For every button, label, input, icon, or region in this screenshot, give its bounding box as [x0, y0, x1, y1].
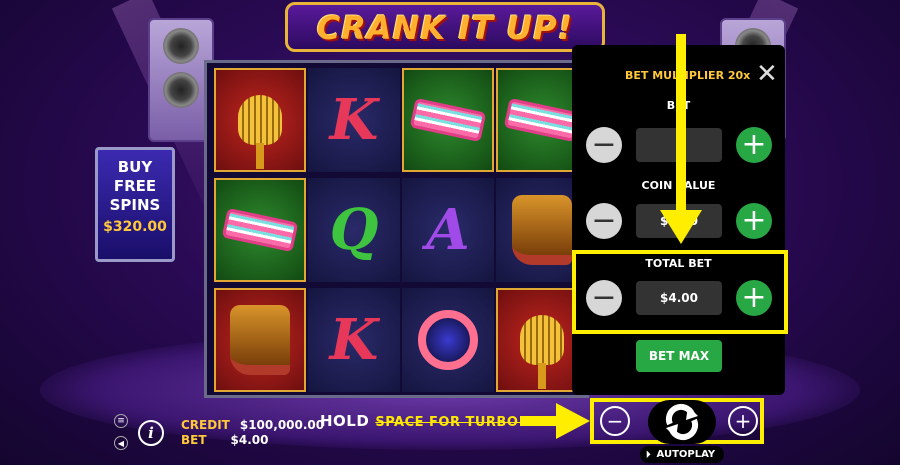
spin-button[interactable]: [648, 400, 716, 444]
decrease-bet-button[interactable]: −: [600, 406, 630, 436]
reel-symbol-glasses: [214, 178, 306, 282]
bet-decrease-button[interactable]: −: [586, 127, 622, 163]
credit-value: $100,000.00: [239, 418, 325, 432]
speaker-icon[interactable]: ◀: [114, 436, 128, 450]
coin-value-decrease-button[interactable]: −: [586, 203, 622, 239]
arrow-right-annotation: [520, 416, 560, 426]
reel-symbol-microphone: [214, 68, 306, 172]
total-bet-highlight: [572, 250, 788, 334]
reel-symbol-boots: [214, 288, 306, 392]
symbol-letter: K: [329, 87, 379, 153]
buy-free-spins-price: $320.00: [103, 219, 167, 235]
credit-row: CREDIT $100,000.00: [181, 418, 324, 432]
bet-value: $4.00: [230, 433, 269, 447]
reel-symbol-k: K: [308, 68, 400, 172]
symbol-letter: A: [426, 197, 470, 263]
close-icon[interactable]: ✕: [756, 61, 778, 87]
reel-symbol-headphones: [402, 288, 494, 392]
coin-value-increase-button[interactable]: +: [736, 203, 772, 239]
bet-row: BET $4.00: [181, 433, 269, 447]
game-logo: CRANK IT UP!: [285, 2, 605, 52]
symbol-letter: K: [329, 307, 379, 373]
bet-label: BET: [181, 433, 207, 447]
credit-label: CREDIT: [181, 418, 230, 432]
arrow-right-annotation-head: [556, 403, 590, 439]
arrow-down-annotation-head: [660, 210, 702, 244]
spin-arrows-icon: [665, 403, 699, 441]
buy-free-spins-label: BUY FREE SPINS: [109, 158, 161, 214]
reel-symbol-k: K: [308, 288, 400, 392]
reel-symbol-a: A: [402, 178, 494, 282]
bet-increase-button[interactable]: +: [736, 127, 772, 163]
bet-max-button[interactable]: BET MAX: [636, 340, 722, 372]
autoplay-label: AUTOPLAY: [656, 449, 716, 460]
buy-free-spins-button[interactable]: BUY FREE SPINS $320.00: [95, 147, 175, 262]
increase-bet-button[interactable]: +: [728, 406, 758, 436]
bottom-bar: HOLD SPACE FOR TURBO SPIN CREDIT $100,000.…: [0, 398, 900, 465]
symbol-letter: Q: [329, 197, 379, 263]
game-title: CRANK IT UP!: [316, 9, 574, 47]
info-icon[interactable]: i: [138, 420, 164, 446]
reel-symbol-glasses: [402, 68, 494, 172]
autoplay-button[interactable]: ⏵ AUTOPLAY: [640, 446, 724, 463]
hamburger-icon[interactable]: ≡: [114, 414, 128, 428]
reel-grid: K Q K A: [204, 60, 589, 398]
bet-multiplier-label: BET MULTIPLIER 20x: [625, 69, 751, 82]
reel-symbol-q: Q: [308, 178, 400, 282]
autoplay-icon: ⏵: [646, 449, 651, 460]
arrow-down-annotation: [676, 34, 686, 214]
hold-label: HOLD: [320, 412, 370, 430]
